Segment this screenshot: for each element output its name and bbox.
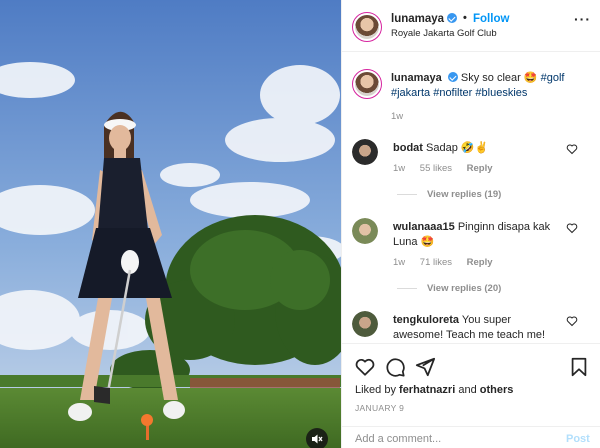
mute-button[interactable] (306, 428, 328, 448)
liked-by-summary: Liked by ferhatnazri and others (355, 384, 513, 396)
comment-icon[interactable] (384, 356, 406, 378)
comment-body: bodat Sadap 🤣✌ (393, 141, 553, 156)
hashtag-link[interactable]: #jakarta (391, 87, 430, 99)
post-header: lunamaya • Follow Royale Jakarta Golf Cl… (342, 0, 600, 52)
caption-body: lunamaya Sky so clear 🤩 #golf #jakarta #… (391, 71, 591, 101)
caption-author-avatar[interactable] (352, 69, 382, 99)
hashtag-link[interactable]: #blueskies (475, 87, 527, 99)
comment-likes[interactable]: 55 likes (420, 163, 452, 174)
comment-username[interactable]: bodat (393, 142, 423, 154)
liked-by-prefix: Liked by (355, 384, 400, 396)
caption-username[interactable]: lunamaya (391, 72, 442, 84)
comment-input[interactable] (355, 433, 545, 445)
comment-time: 1w (393, 257, 406, 268)
commenter-avatar[interactable] (352, 311, 378, 337)
comment-like-icon[interactable] (566, 315, 578, 327)
hashtag-link[interactable]: #nofilter (433, 87, 472, 99)
view-replies-button[interactable]: View replies (19) (393, 189, 501, 200)
verified-icon (447, 72, 458, 82)
header-separator: • (463, 12, 467, 24)
follow-button[interactable]: Follow (473, 13, 509, 25)
author-username-text[interactable]: lunamaya (391, 13, 444, 25)
post-comment-button[interactable]: Post (566, 433, 590, 445)
author-username[interactable]: lunamaya (391, 13, 458, 25)
comment-body: wulanaaa15 Pinginn disapa kak Luna 🤩 (393, 220, 553, 250)
comment-meta: 1w 55 likes Reply (393, 163, 505, 174)
comment-body: tengkuloreta You super awesome! Teach me… (393, 313, 553, 342)
commenter-avatar-image (352, 139, 378, 165)
post-side-panel: lunamaya • Follow Royale Jakarta Golf Cl… (341, 0, 600, 448)
comment-like-icon[interactable] (566, 222, 578, 234)
liked-by-user[interactable]: ferhatnazri (399, 384, 455, 396)
caption-text-part: Sky so clear 🤩 (460, 72, 541, 84)
liked-by-others[interactable]: others (480, 384, 514, 396)
comment-username[interactable]: wulanaaa15 (393, 221, 455, 233)
post-media[interactable] (0, 0, 341, 448)
post-location[interactable]: Royale Jakarta Golf Club (391, 28, 497, 39)
like-icon[interactable] (354, 356, 376, 378)
golf-photo (0, 0, 341, 448)
post-date: JANUARY 9 (355, 403, 405, 413)
verified-icon (447, 13, 458, 23)
comment-time: 1w (393, 163, 406, 174)
commenter-avatar[interactable] (352, 139, 378, 165)
post-actions: Liked by ferhatnazri and others JANUARY … (342, 343, 600, 448)
liked-by-and: and (455, 384, 480, 396)
hashtag-link[interactable]: #golf (541, 72, 565, 84)
save-icon[interactable] (568, 356, 590, 378)
comment-likes[interactable]: 71 likes (420, 257, 452, 268)
view-replies-button[interactable]: View replies (20) (393, 283, 501, 294)
author-avatar[interactable] (352, 12, 382, 42)
add-comment-bar: Post (342, 426, 600, 448)
comment-text: Sadap 🤣✌ (426, 142, 489, 154)
reply-button[interactable]: Reply (467, 163, 493, 174)
comment-username[interactable]: tengkuloreta (393, 314, 459, 326)
mute-icon (312, 434, 323, 444)
caption-time: 1w (391, 111, 404, 122)
commenter-avatar-image (352, 311, 378, 337)
reply-button[interactable]: Reply (467, 257, 493, 268)
comment-like-icon[interactable] (566, 143, 578, 155)
more-options-icon[interactable]: ··· (574, 12, 590, 26)
comments-list[interactable]: lunamaya Sky so clear 🤩 #golf #jakarta #… (342, 53, 600, 342)
comment-meta: 1w 71 likes Reply (393, 257, 505, 268)
commenter-avatar[interactable] (352, 218, 378, 244)
share-icon[interactable] (414, 356, 436, 378)
commenter-avatar-image (352, 218, 378, 244)
